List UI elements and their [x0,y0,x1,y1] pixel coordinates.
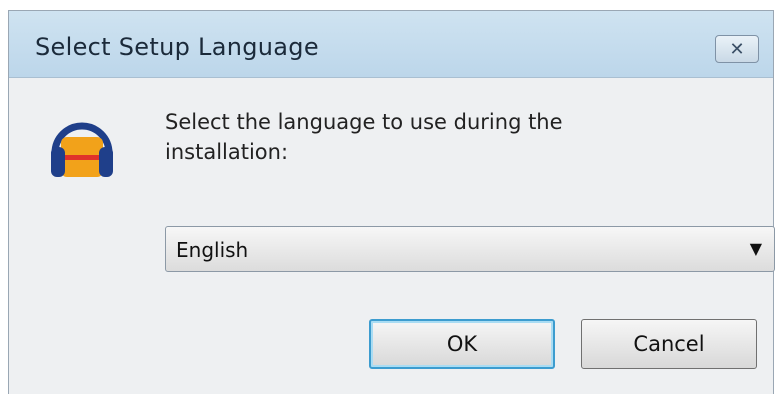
language-prompt: Select the language to use during the in… [165,110,563,164]
close-icon: ✕ [729,38,745,60]
chevron-down-icon[interactable]: ▼ [750,239,762,258]
title-bar[interactable]: Select Setup Language ✕ [9,11,773,78]
language-select[interactable]: English ▼ [165,226,775,272]
ok-button[interactable]: OK [369,319,555,369]
headphones-app-icon [51,122,113,177]
window-title: Select Setup Language [35,33,319,61]
language-select-value: English [176,238,249,262]
setup-language-dialog: Select Setup Language ✕ Select the langu… [8,10,775,394]
cancel-button[interactable]: Cancel [581,319,757,369]
close-button[interactable]: ✕ [715,35,759,63]
